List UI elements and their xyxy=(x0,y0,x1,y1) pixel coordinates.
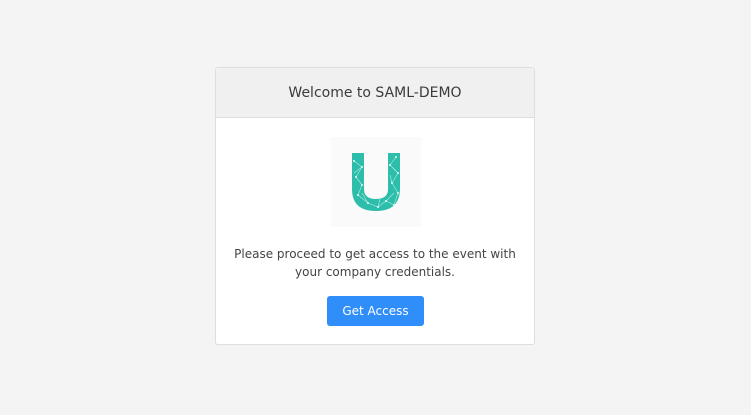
card-header: Welcome to SAML-DEMO xyxy=(216,68,534,118)
message-line-2: your company credentials. xyxy=(295,265,455,279)
message-line-1: Please proceed to get access to the even… xyxy=(234,247,516,261)
logo-container xyxy=(331,137,421,227)
get-access-button[interactable]: Get Access xyxy=(327,296,424,326)
card-title: Welcome to SAML-DEMO xyxy=(288,84,462,101)
instruction-message: Please proceed to get access to the even… xyxy=(226,245,524,281)
u-logo-icon xyxy=(352,153,400,211)
login-card: Welcome to SAML-DEMO Please proceed to g… xyxy=(215,67,535,345)
